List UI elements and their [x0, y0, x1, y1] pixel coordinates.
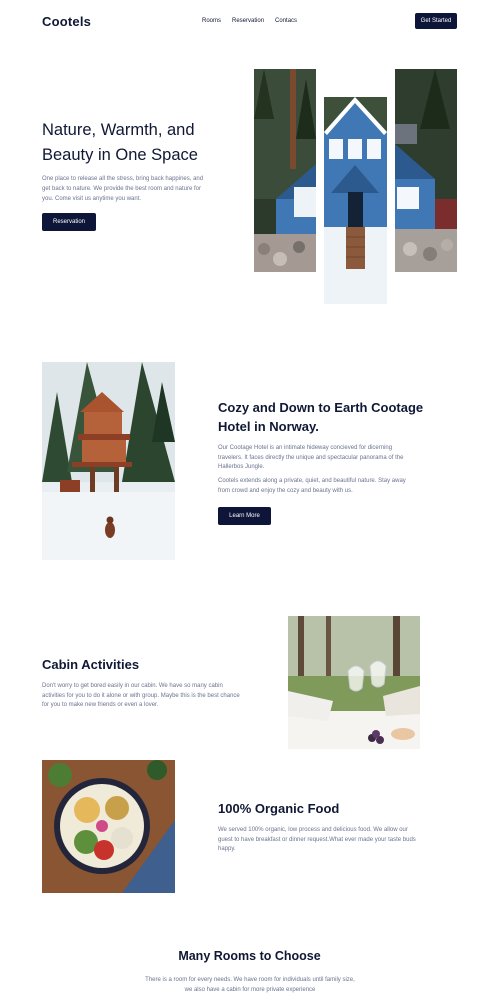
activities-description: Don't worry to get bored easily in our c… — [42, 683, 240, 708]
nav-link-contacs[interactable]: Contacs — [275, 18, 297, 24]
food-description: We served 100% organic, low process and … — [218, 827, 416, 852]
hero-cabin-gallery — [254, 69, 457, 304]
reservation-button[interactable]: Reservation — [42, 213, 96, 231]
activities-title: Cabin Activities — [42, 657, 140, 672]
rooms-description: There is a room for every needs. We have… — [145, 977, 355, 993]
cabin-image-right — [395, 69, 457, 272]
nav-links: Rooms Reservation Contacs — [202, 18, 297, 24]
learn-more-button[interactable]: Learn More — [218, 507, 271, 525]
nav-link-reservation[interactable]: Reservation — [232, 18, 264, 24]
hero-title: Nature, Warmth, and Beauty in One Space — [42, 121, 198, 164]
activities-image — [288, 616, 420, 749]
food-image — [42, 760, 175, 893]
treehouse-image — [42, 362, 175, 560]
about-paragraph-2: Cootels extends along a private, quiet, … — [218, 478, 406, 494]
navbar: Cootels Rooms Reservation Contacs Get St… — [0, 0, 499, 44]
about-title: Cozy and Down to Earth Cootage Hotel in … — [218, 400, 424, 434]
hero-description: One place to release all the stress, bri… — [42, 176, 204, 202]
get-started-button[interactable]: Get Started — [415, 13, 457, 29]
cabin-image-center — [324, 97, 387, 304]
rooms-title: Many Rooms to Choose — [178, 949, 321, 963]
food-title: 100% Organic Food — [218, 801, 340, 816]
logo[interactable]: Cootels — [42, 14, 91, 29]
cabin-image-left — [254, 69, 316, 272]
about-paragraph-1: Our Cootage Hotel is an intimate hideway… — [218, 445, 404, 470]
nav-link-rooms[interactable]: Rooms — [202, 18, 221, 24]
